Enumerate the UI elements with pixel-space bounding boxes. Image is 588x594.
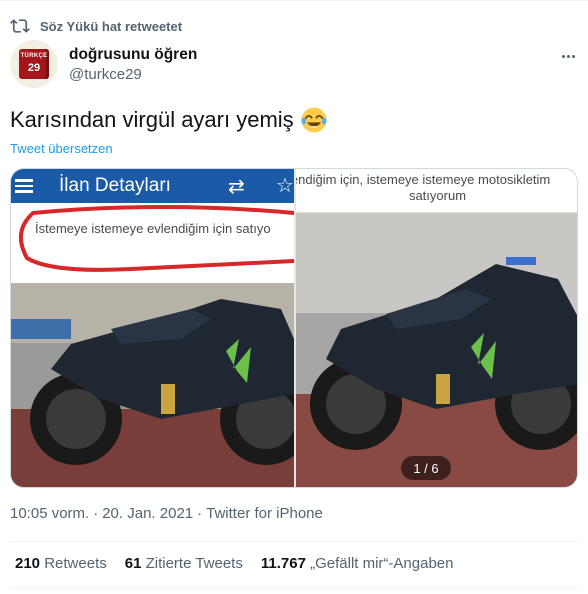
divider-bottom-stats	[10, 587, 578, 588]
retweet-label: Söz Yükü hat retweetet	[40, 18, 183, 34]
star-icon: ☆	[276, 175, 294, 197]
quotes-count: 61	[124, 555, 142, 572]
divider-top-stats	[10, 541, 578, 542]
media-image-1[interactable]: İlan Detayları ⇄ ☆ İstemeye istemeye evl…	[11, 169, 294, 487]
retweet-context[interactable]: Söz Yükü hat retweetet	[10, 16, 182, 36]
motorcycle-photo-right	[296, 213, 577, 487]
author-name[interactable]: doğrusunu öğren	[69, 46, 197, 64]
likes-label: „Gefällt mir“-Angaben	[310, 555, 454, 572]
avatar[interactable]: TÜRKÇE 29	[10, 40, 58, 88]
avatar-logo-text: TÜRKÇE	[20, 53, 48, 59]
engagement-stats: 210 Retweets 61 Zitierte Tweets 11.767 „…	[15, 555, 453, 572]
top-divider	[0, 0, 588, 1]
listing-description-box-2: lendiğim için, istemeye istemeye motosik…	[296, 169, 577, 213]
tweet-time[interactable]: 10:05 vorm.	[10, 505, 89, 522]
likes-count: 11.767	[260, 555, 306, 572]
tweet-date[interactable]: 20. Jan. 2021	[102, 505, 193, 522]
tweet-metadata: 10:05 vorm. · 20. Jan. 2021 · Twitter for iP…	[10, 505, 323, 522]
image-counter-badge: 1 / 6	[401, 456, 451, 480]
swap-arrows-icon: ⇄	[228, 176, 245, 198]
tweet-source[interactable]: Twitter for iPhone	[206, 505, 323, 522]
app-title: İlan Detayları	[59, 175, 171, 196]
retweet-icon	[10, 19, 30, 33]
tweet-text: Karısından virgül ayarı yemiş	[10, 106, 328, 134]
hamburger-menu-icon	[11, 169, 45, 203]
quotes-stat[interactable]: 61 Zitierte Tweets	[125, 555, 243, 572]
tweet-body: Karısından virgül ayarı yemiş	[10, 107, 294, 132]
red-circle-annotation	[19, 205, 294, 272]
listing-text-line-1: lendiğim için, istemeye istemeye motosik…	[296, 172, 551, 187]
avatar-logo-number: 29	[27, 62, 41, 74]
retweets-count: 210	[15, 555, 41, 572]
retweets-stat[interactable]: 210 Retweets	[15, 555, 107, 572]
author-handle[interactable]: @turkce29	[69, 66, 142, 83]
face-with-tears-of-joy-icon	[301, 107, 327, 133]
likes-stat[interactable]: 11.767 „Gefällt mir“-Angaben	[261, 555, 454, 572]
media-gallery[interactable]: İlan Detayları ⇄ ☆ İstemeye istemeye evl…	[10, 168, 578, 488]
quotes-label: Zitierte Tweets	[145, 555, 243, 572]
more-options-icon[interactable]	[558, 48, 578, 64]
retweets-label: Retweets	[44, 555, 107, 572]
media-image-2[interactable]: lendiğim için, istemeye istemeye motosik…	[296, 169, 577, 487]
book-logo-icon: TÜRKÇE 29	[19, 49, 49, 79]
listing-text-line-2: satıyorum	[408, 188, 467, 203]
app-header-bar: İlan Detayları ⇄ ☆	[11, 169, 294, 203]
translate-link[interactable]: Tweet übersetzen	[10, 141, 113, 156]
listing-description-box: İstemeye istemeye evlendiğim için satıyo	[11, 203, 294, 283]
